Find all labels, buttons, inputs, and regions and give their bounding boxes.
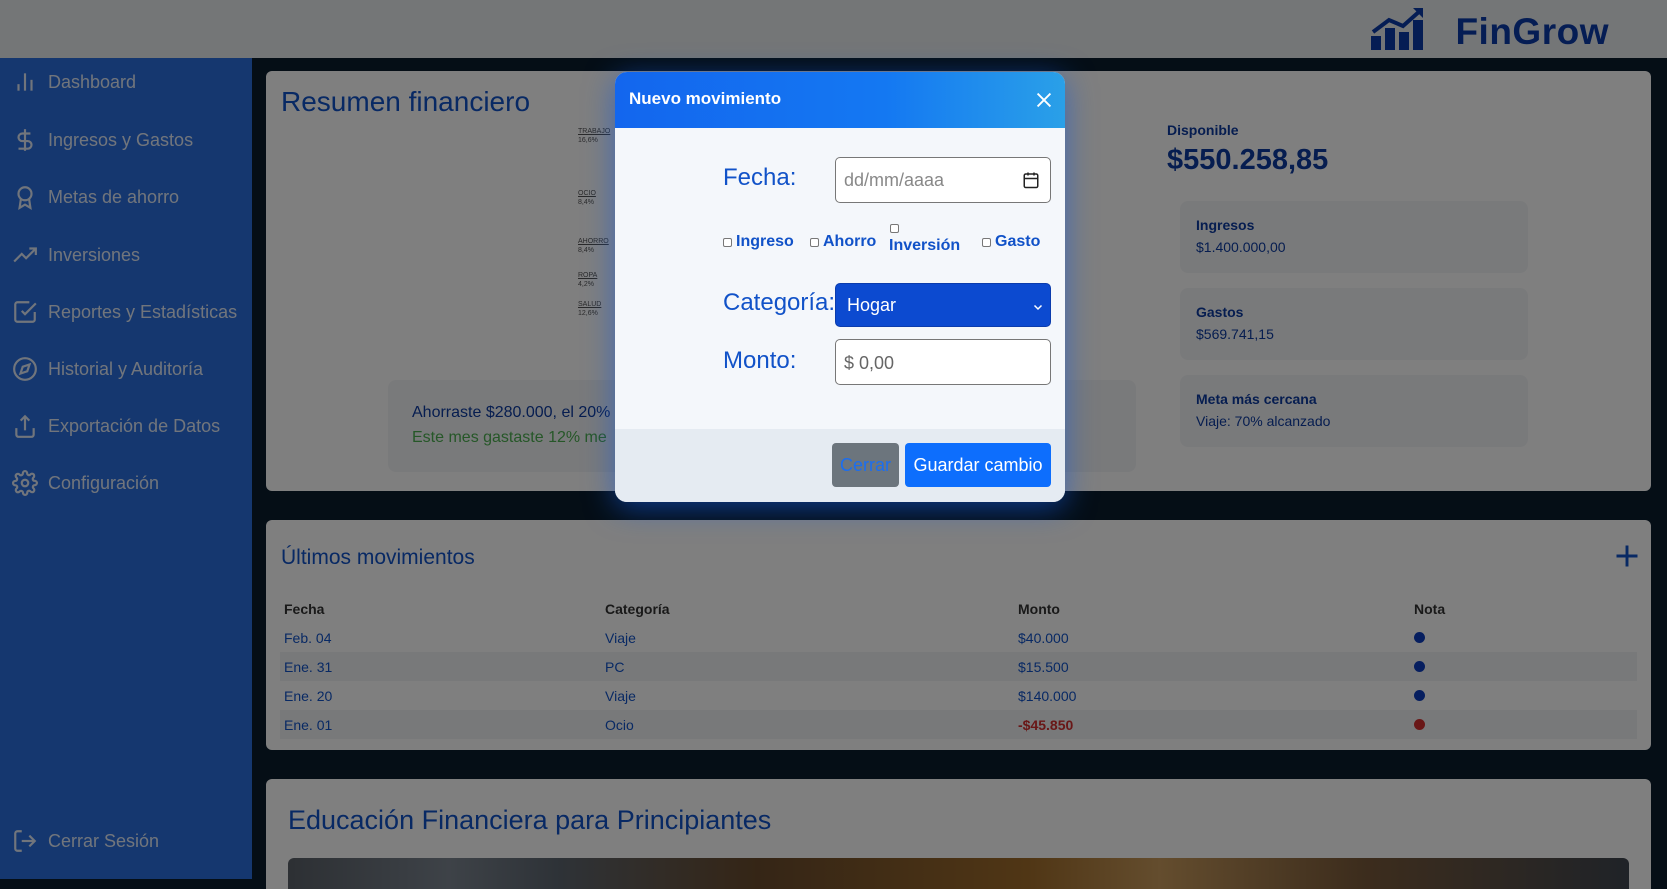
type-ahorro-checkbox[interactable]: Ahorro — [810, 233, 876, 251]
type-gasto-checkbox[interactable]: Gasto — [982, 233, 1040, 251]
categoria-value: Hogar — [847, 295, 897, 315]
type-label: Gasto — [995, 233, 1041, 250]
fecha-input[interactable]: dd/mm/aaaa — [835, 157, 1051, 203]
new-movement-modal: Nuevo movimiento Fecha: dd/mm/aaaa Ingre… — [615, 72, 1065, 502]
monto-placeholder: $ 0,00 — [844, 353, 895, 373]
monto-input[interactable]: $ 0,00 — [835, 339, 1051, 385]
checkbox-box[interactable] — [810, 237, 819, 247]
checkbox-box[interactable] — [982, 237, 991, 247]
calendar-icon[interactable] — [1022, 171, 1040, 189]
checkbox-box[interactable] — [723, 237, 732, 247]
categoria-select[interactable]: Hogar — [835, 283, 1051, 327]
cerrar-button[interactable]: Cerrar — [832, 443, 899, 487]
type-ingreso-checkbox[interactable]: Ingreso — [723, 233, 794, 251]
chevron-down-icon — [1033, 304, 1043, 311]
close-icon[interactable] — [1033, 89, 1055, 111]
fecha-label: Fecha: — [723, 164, 797, 191]
monto-label: Monto: — [723, 347, 797, 374]
type-label: Ingreso — [736, 233, 794, 250]
modal-footer: Cerrar Guardar cambio — [615, 429, 1065, 502]
categoria-label: Categoría: — [723, 289, 836, 316]
modal-title: Nuevo movimiento — [629, 89, 782, 108]
save-button[interactable]: Guardar cambio — [905, 443, 1051, 487]
modal-header: Nuevo movimiento — [615, 72, 1065, 128]
type-label: Ahorro — [823, 233, 877, 250]
fecha-placeholder: dd/mm/aaaa — [844, 170, 945, 190]
type-inversion-checkbox[interactable]: Inversión — [889, 224, 960, 255]
checkbox-box[interactable] — [890, 224, 899, 233]
type-label: Inversión — [889, 237, 961, 254]
